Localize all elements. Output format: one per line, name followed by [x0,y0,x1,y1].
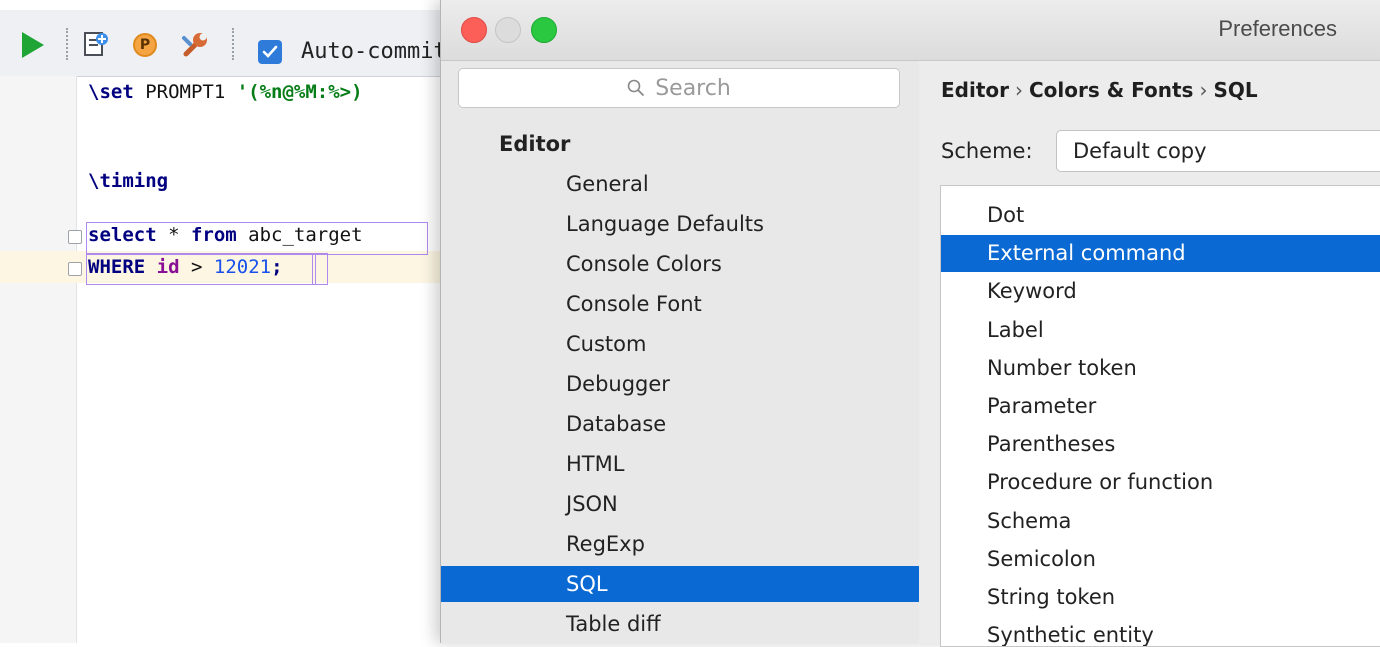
breadcrumb: Editor › Colors & Fonts › SQL [941,78,1258,102]
search-icon [627,79,645,97]
breadcrumb-separator: › [1199,78,1208,102]
window-title: Preferences [1218,16,1337,41]
list-item[interactable]: Label [941,312,1380,349]
code-line-2[interactable]: \timing [88,170,168,192]
preferences-window: Preferences Search Editor General Languag… [440,0,1380,647]
autocommit-checkbox[interactable] [258,40,282,64]
statement-highlight [86,222,428,255]
run-button[interactable] [16,28,50,62]
sidebar-item-debugger[interactable]: Debugger [441,366,919,402]
sidebar-item-custom[interactable]: Custom [441,326,919,362]
editor-gutter [0,76,77,643]
sidebar-item-database[interactable]: Database [441,406,919,442]
search-input[interactable]: Search [458,68,900,108]
zoom-window-button[interactable] [531,17,557,43]
list-item[interactable]: Parameter [941,388,1380,425]
code-line-1[interactable]: \set PROMPT1 '(%n@%M:%>) [88,81,363,103]
sidebar-item-console-font[interactable]: Console Font [441,286,919,322]
sidebar-item-language-defaults[interactable]: Language Defaults [441,206,919,242]
wrench-icon [182,33,207,57]
sidebar-item-console-colors[interactable]: Console Colors [441,246,919,282]
list-item[interactable]: Number token [941,350,1380,387]
breadcrumb-item: Editor [941,78,1009,102]
sidebar-item-table-diff[interactable]: Table diff [441,606,919,642]
list-item[interactable]: Dot [941,197,1380,234]
sidebar-item-general[interactable]: General [441,166,919,202]
toolbar-separator [232,28,234,60]
code-text: PROMPT1 [133,81,237,103]
document-icon [84,32,108,56]
fold-marker-icon[interactable] [68,262,82,276]
list-item[interactable]: String token [941,579,1380,616]
breadcrumb-item: SQL [1213,78,1258,102]
toolbar-separator [66,28,68,60]
semicolon-highlight [312,253,328,285]
search-placeholder: Search [655,75,731,101]
settings-content: Editor › Colors & Fonts › SQL Scheme: Defaul… [919,61,1380,647]
title-bar[interactable]: Preferences [441,0,1380,61]
code-command: \timing [88,170,169,192]
settings-sidebar: Search Editor General Language Defaults Co… [441,61,919,643]
list-item[interactable]: Semicolon [941,541,1380,578]
list-item[interactable]: Schema [941,503,1380,540]
checkmark-icon [262,45,278,58]
sidebar-section-editor[interactable]: Editor [499,132,570,156]
fold-marker-icon[interactable] [68,230,82,244]
list-item[interactable]: Procedure or function [941,464,1380,501]
color-elements-list[interactable]: Dot External command Keyword Label Number to… [940,185,1380,647]
scheme-select[interactable]: Default copy [1056,130,1380,172]
code-string: '(%n@%M:%>) [236,81,363,103]
pin-tab-button[interactable]: P [128,28,162,62]
statement-highlight [86,253,316,285]
minimize-window-button[interactable] [495,17,521,43]
explain-plan-button[interactable] [78,28,112,62]
sidebar-item-regexp[interactable]: RegExp [441,526,919,562]
breadcrumb-separator: › [1015,78,1023,102]
play-icon [22,32,44,58]
p-badge-icon: P [133,33,157,57]
breadcrumb-item: Colors & Fonts [1029,78,1194,102]
list-item[interactable]: External command [941,235,1380,273]
sidebar-item-sql[interactable]: SQL [441,566,919,602]
sidebar-item-json[interactable]: JSON [441,486,919,522]
code-command: \set [88,81,134,103]
scheme-label: Scheme: [941,139,1033,163]
list-item[interactable]: Keyword [941,273,1380,310]
sidebar-item-html[interactable]: HTML [441,446,919,482]
list-item[interactable]: Parentheses [941,426,1380,463]
settings-button[interactable] [178,28,212,62]
close-window-button[interactable] [461,17,487,43]
autocommit-label: Auto-commit [301,39,447,64]
